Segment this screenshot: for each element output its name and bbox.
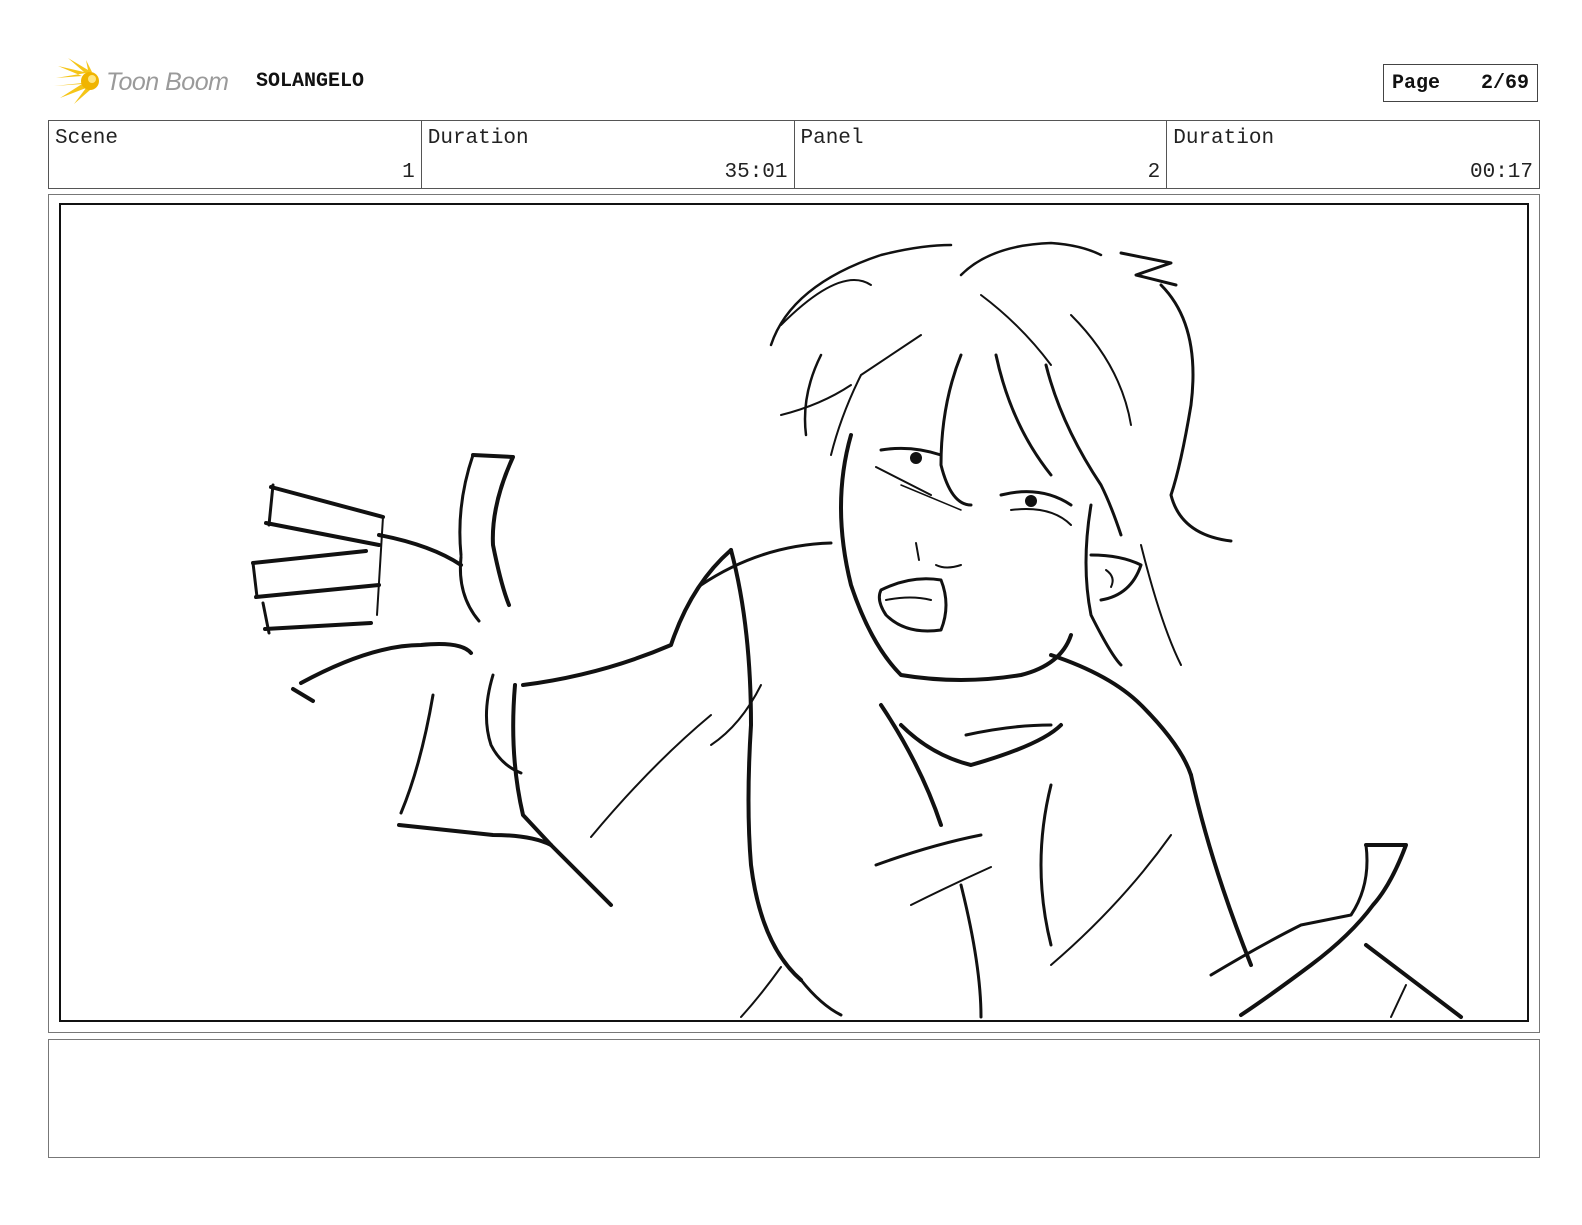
logo-burst-icon — [54, 58, 99, 104]
page-indicator: Page 2/69 — [1383, 64, 1538, 102]
scene-label: Scene — [55, 127, 119, 150]
scene-value: 1 — [402, 161, 415, 184]
panel-duration-cell: Duration 00:17 — [1167, 121, 1539, 188]
panel-duration-value: 00:17 — [1469, 161, 1533, 184]
scene-duration-cell: Duration 35:01 — [422, 121, 795, 188]
panel-duration-label: Duration — [1173, 127, 1275, 150]
panel-label: Panel — [800, 127, 864, 150]
project-title: SOLANGELO — [256, 70, 365, 93]
storyboard-panel-frame — [48, 194, 1540, 1033]
page-label: Page — [1392, 71, 1441, 95]
panel-cell: Panel 2 — [795, 121, 1168, 188]
scene-duration-label: Duration — [427, 127, 529, 150]
panel-value: 2 — [1147, 161, 1161, 184]
scene-duration-value: 35:01 — [724, 161, 788, 184]
character-sketch — [251, 241, 1463, 1019]
panel-notes-box — [48, 1039, 1540, 1158]
logo-text: Toon Boom — [106, 67, 229, 96]
toon-boom-logo: Toon Boom — [52, 56, 242, 108]
panel-info-row: Scene 1 Duration 35:01 Panel 2 Duration … — [48, 120, 1540, 189]
storyboard-panel-image — [59, 203, 1529, 1022]
page-value: 2/69 — [1480, 71, 1529, 95]
scene-cell: Scene 1 — [49, 121, 422, 188]
